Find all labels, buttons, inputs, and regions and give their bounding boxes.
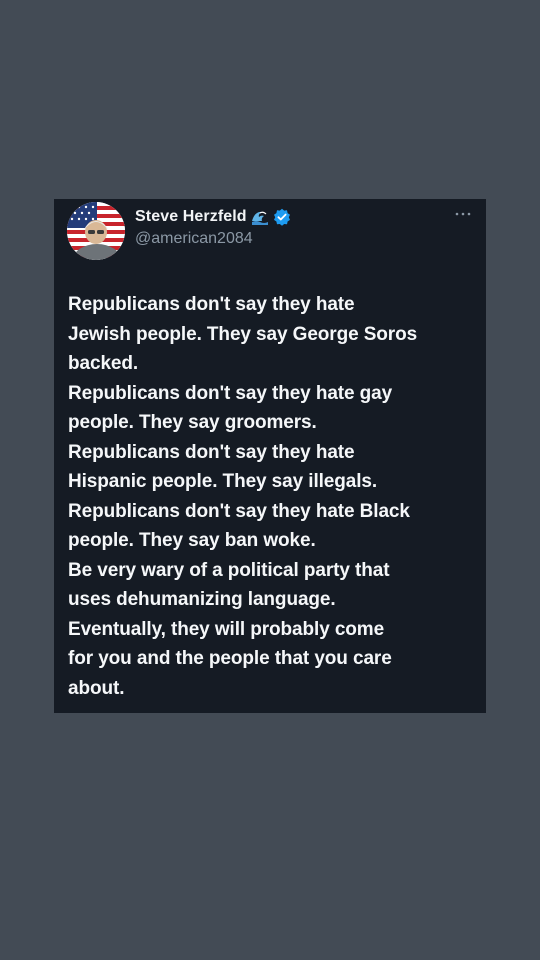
- tweet-card[interactable]: Steve Herzfeld @american2084 Republicans…: [54, 199, 486, 713]
- tweet-text-line: Hispanic people. They say illegals.: [68, 471, 378, 492]
- tweet-text-line: Republicans don't say they hate: [68, 294, 355, 315]
- tweet-text-line: backed.: [68, 353, 139, 374]
- tweet-text: Republicans don't say they hate Jewish p…: [68, 290, 476, 703]
- tweet-text-line: Be very wary of a political party that: [68, 559, 390, 581]
- tweet-text-line: for you and the people that you care: [68, 648, 392, 669]
- verified-badge-icon: [273, 208, 291, 226]
- tweet-text-line: Republicans don't say they hate gay: [68, 382, 393, 404]
- author-handle[interactable]: @american2084: [135, 230, 253, 248]
- tweet-text-line: Eventually, they will probably come: [68, 618, 385, 640]
- tweet-text-line: about.: [68, 677, 125, 699]
- avatar-flag-photo: [67, 202, 125, 260]
- tweet-text-line: Republicans don't say they hate: [68, 441, 355, 463]
- more-options-icon[interactable]: [454, 209, 472, 219]
- tweet-text-line: Republicans don't say they hate Black: [68, 500, 410, 522]
- author-name-row[interactable]: Steve Herzfeld: [135, 206, 291, 228]
- tweet-text-line: uses dehumanizing language.: [68, 589, 336, 610]
- wave-emoji-icon: [251, 208, 269, 226]
- author-display-name[interactable]: Steve Herzfeld: [135, 208, 247, 226]
- tweet-text-line: people. They say ban woke.: [68, 530, 316, 551]
- tweet-text-line: people. They say groomers.: [68, 412, 317, 433]
- avatar[interactable]: [67, 202, 125, 260]
- tweet-text-line: Jewish people. They say George Soros: [68, 323, 418, 345]
